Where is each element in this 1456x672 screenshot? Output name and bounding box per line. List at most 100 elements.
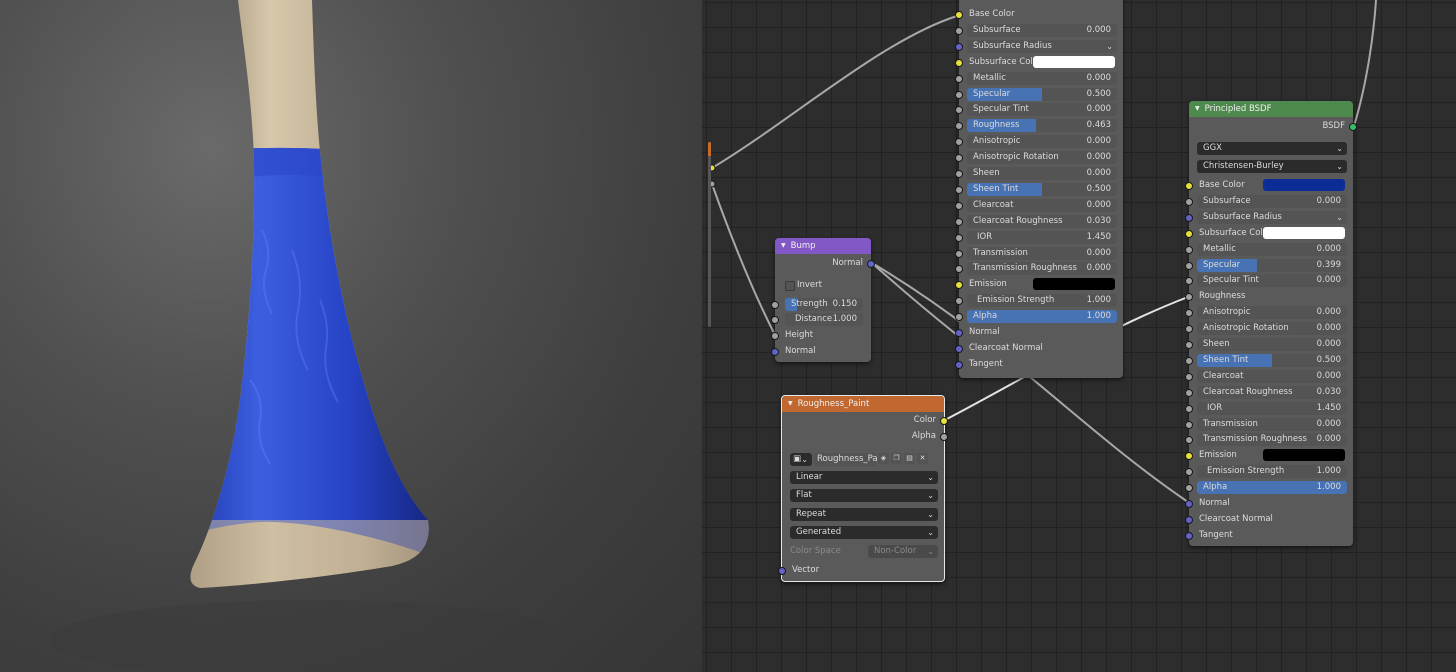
projection-select[interactable]: Flat ⌄: [790, 489, 938, 502]
emission-socket[interactable]: [955, 281, 963, 290]
specular-tint-socket[interactable]: [955, 106, 963, 115]
ior-field[interactable]: IOR 1.450: [1197, 401, 1347, 415]
image-browse-dropdown[interactable]: ▣ ⌄: [790, 453, 812, 466]
source-select[interactable]: Generated ⌄: [790, 526, 938, 539]
clearcoat-roughness-socket[interactable]: [955, 217, 963, 226]
3d-viewport[interactable]: [0, 0, 702, 672]
clearcoat-field[interactable]: Clearcoat 0.000: [1197, 369, 1347, 383]
alpha-output-socket[interactable]: [940, 433, 948, 441]
alpha-field[interactable]: Alpha 1.000: [1197, 481, 1347, 495]
emission-socket[interactable]: [1185, 452, 1193, 461]
shader-node-editor[interactable]: Base Color Subsurface 0.000 Subsurface Radi…: [702, 0, 1456, 672]
emission-strength-field[interactable]: Emission Strength 1.000: [967, 294, 1117, 308]
collapse-triangle-icon[interactable]: ▼: [1195, 105, 1200, 112]
metallic-socket[interactable]: [1185, 245, 1193, 254]
subsurface-col-socket[interactable]: [955, 58, 963, 67]
collapse-triangle-icon[interactable]: ▼: [788, 400, 793, 407]
subsurface-method-select[interactable]: Christensen-Burley ⌄: [1197, 160, 1347, 173]
sheen-field[interactable]: Sheen 0.000: [1197, 338, 1347, 351]
anisotropic-rotation-socket[interactable]: [1185, 325, 1193, 334]
principled-bsdf-node-right[interactable]: ▼ Principled BSDF BSDF GGX ⌄ Christensen-B…: [1185, 101, 1357, 546]
alpha-socket[interactable]: [955, 313, 963, 322]
sheen-field[interactable]: Sheen 0.000: [967, 167, 1117, 180]
sheen-tint-socket[interactable]: [1185, 356, 1193, 365]
distribution-select[interactable]: GGX ⌄: [1197, 142, 1347, 155]
specular-field[interactable]: Specular 0.500: [967, 87, 1117, 101]
subsurface-radius-socket[interactable]: [955, 42, 963, 51]
subsurface-col-swatch[interactable]: [1263, 226, 1345, 239]
metallic-socket[interactable]: [955, 74, 963, 83]
anisotropic-socket[interactable]: [955, 138, 963, 147]
bsdf-output-socket[interactable]: [1349, 123, 1357, 131]
anisotropic-field[interactable]: Anisotropic 0.000: [967, 135, 1117, 149]
bump-normal-output-socket[interactable]: [867, 260, 875, 268]
subsurface-radius-select[interactable]: Subsurface Radius ⌄: [1197, 210, 1347, 224]
transmission-roughness-field[interactable]: Transmission Roughness 0.000: [967, 262, 1117, 276]
transmission-socket[interactable]: [1185, 420, 1193, 429]
distance-field[interactable]: Distance 1.000: [785, 313, 863, 326]
color-space-select[interactable]: Non-Color ⌄: [868, 545, 938, 558]
normal-socket[interactable]: [955, 329, 963, 337]
tangent-socket[interactable]: [1185, 531, 1193, 540]
metallic-field[interactable]: Metallic 0.000: [967, 71, 1117, 85]
subsurface-field[interactable]: Subsurface 0.000: [1197, 194, 1347, 208]
anisotropic-rotation-field[interactable]: Anisotropic Rotation 0.000: [967, 151, 1117, 165]
subsurface-socket[interactable]: [955, 26, 963, 35]
principled-bsdf-node-left[interactable]: Base Color Subsurface 0.000 Subsurface Radi…: [955, 0, 1123, 378]
transmission-socket[interactable]: [955, 249, 963, 258]
height-socket[interactable]: [771, 332, 779, 340]
roughness-paint-header[interactable]: ▼ Roughness_Paint: [782, 396, 944, 412]
transmission-roughness-socket[interactable]: [955, 265, 963, 274]
base-color-socket[interactable]: [1185, 182, 1193, 190]
specular-tint-socket[interactable]: [1185, 277, 1193, 286]
subsurface-field[interactable]: Subsurface 0.000: [967, 23, 1117, 37]
close-icon[interactable]: ✕: [917, 453, 928, 464]
new-image-icon[interactable]: ❐: [891, 453, 902, 464]
strength-field[interactable]: Strength 0.150: [785, 298, 863, 311]
emission-strength-socket[interactable]: [1185, 468, 1193, 477]
roughness-socket[interactable]: [1185, 293, 1193, 302]
metallic-field[interactable]: Metallic 0.000: [1197, 242, 1347, 256]
bump-node-header[interactable]: ▼ Bump: [775, 238, 871, 254]
transmission-roughness-socket[interactable]: [1185, 436, 1193, 445]
reroute-frame[interactable]: [708, 142, 711, 327]
clearcoat-socket[interactable]: [1185, 372, 1193, 381]
roughness-field[interactable]: Roughness 0.463: [967, 119, 1117, 133]
bump-node[interactable]: ▼ Bump Normal Invert Strength 0.150 Dista…: [771, 238, 875, 362]
subsurface-radius-socket[interactable]: [1185, 213, 1193, 222]
sheen-tint-field[interactable]: Sheen Tint 0.500: [967, 182, 1117, 196]
sheen-tint-field[interactable]: Sheen Tint 0.500: [1197, 353, 1347, 367]
roughness-paint-node[interactable]: ▼ Roughness_Paint Color Alpha ▣ ⌄ Roughnes…: [778, 395, 948, 582]
normal-socket[interactable]: [1185, 500, 1193, 508]
emission-swatch[interactable]: [1263, 449, 1345, 462]
alpha-field[interactable]: Alpha 1.000: [967, 310, 1117, 324]
clearcoat-normal-socket[interactable]: [1185, 515, 1193, 524]
clearcoat-roughness-field[interactable]: Clearcoat Roughness 0.030: [1197, 385, 1347, 399]
fake-user-shield-icon[interactable]: ◈: [878, 453, 889, 464]
open-folder-icon[interactable]: ▤: [904, 453, 915, 464]
subsurface-socket[interactable]: [1185, 197, 1193, 206]
anisotropic-field[interactable]: Anisotropic 0.000: [1197, 306, 1347, 320]
collapse-triangle-icon[interactable]: ▼: [781, 242, 786, 249]
tangent-socket[interactable]: [955, 360, 963, 369]
ior-socket[interactable]: [955, 233, 963, 242]
subsurface-col-socket[interactable]: [1185, 229, 1193, 238]
clearcoat-normal-socket[interactable]: [955, 344, 963, 353]
strength-socket[interactable]: [771, 301, 779, 309]
alpha-socket[interactable]: [1185, 484, 1193, 493]
clearcoat-socket[interactable]: [955, 201, 963, 210]
specular-tint-field[interactable]: Specular Tint 0.000: [967, 103, 1117, 117]
sheen-socket[interactable]: [955, 170, 963, 178]
emission-strength-socket[interactable]: [955, 297, 963, 306]
transmission-field[interactable]: Transmission 0.000: [1197, 417, 1347, 431]
clearcoat-roughness-socket[interactable]: [1185, 388, 1193, 397]
clearcoat-field[interactable]: Clearcoat 0.000: [967, 198, 1117, 212]
specular-tint-field[interactable]: Specular Tint 0.000: [1197, 274, 1347, 288]
subsurface-radius-select[interactable]: Subsurface Radius ⌄: [967, 39, 1117, 53]
invert-checkbox[interactable]: [785, 281, 795, 291]
image-name-field[interactable]: Roughness_Pai..: [814, 453, 885, 466]
transmission-roughness-field[interactable]: Transmission Roughness 0.000: [1197, 433, 1347, 447]
transmission-field[interactable]: Transmission 0.000: [967, 246, 1117, 260]
clearcoat-roughness-field[interactable]: Clearcoat Roughness 0.030: [967, 214, 1117, 228]
color-output-socket[interactable]: [940, 417, 948, 425]
